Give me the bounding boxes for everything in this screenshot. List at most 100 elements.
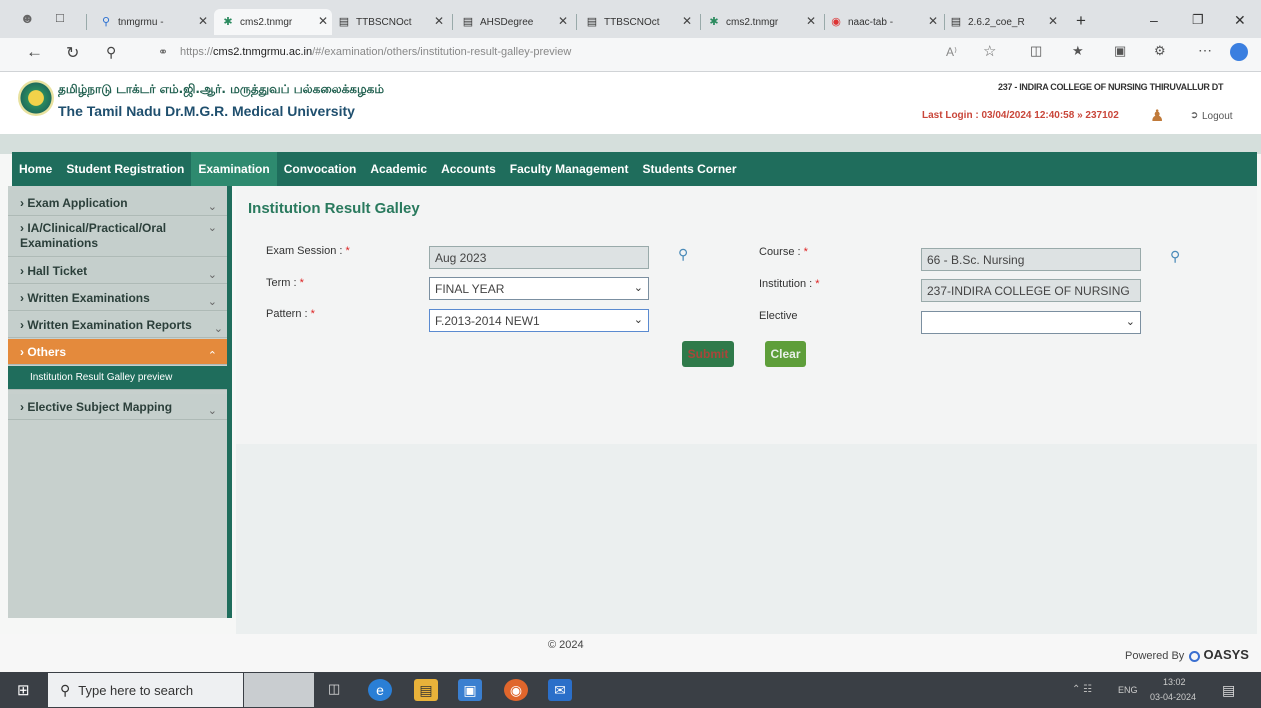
read-aloud-icon[interactable]: A⁾ [946,45,957,59]
sidebar: › Exam Application ⌄ › IA/Clinical/Practi… [8,186,232,618]
favorites-list-icon[interactable]: ★ [1072,43,1084,59]
reload-icon[interactable]: ↻ [66,43,79,63]
firefox-icon[interactable]: ◉ [504,679,528,701]
nav-examination[interactable]: Examination [191,152,277,186]
more-menu-icon[interactable]: ⋯ [1198,42,1212,59]
elective-label: Elective [759,310,798,322]
close-icon[interactable]: ✕ [928,14,938,28]
course-field[interactable]: 66 - B.Sc. Nursing [921,248,1141,271]
logout-icon[interactable]: ➲ [1190,110,1198,121]
file-explorer-icon[interactable]: ▤ [414,679,438,701]
search-highlight-image[interactable] [244,673,314,707]
sidebar-item-exam-application[interactable]: › Exam Application ⌄ [8,190,227,216]
sidebar-subitem-result-galley-preview[interactable]: Institution Result Galley preview [8,366,227,390]
back-arrow-icon[interactable]: ← [26,42,43,62]
split-screen-icon[interactable]: ◫ [1030,43,1042,59]
nav-accounts[interactable]: Accounts [434,152,503,186]
taskbar-search-box[interactable]: ⚲ Type here to search [48,673,243,707]
document-icon: ▤ [338,16,350,28]
restore-button[interactable]: ❐ [1192,12,1204,28]
browser-tab-active[interactable]: ✱ cms2.tnmgr ✕ [214,9,332,35]
course-label: Course : * [759,246,808,258]
chevron-down-icon: ⌄ [1125,316,1135,328]
field-value: 66 - B.Sc. Nursing [927,253,1025,267]
browser-tab[interactable]: ⚲ tnmgrmu - ✕ [100,9,212,35]
mail-icon[interactable]: ✉ [548,679,572,701]
browser-tab[interactable]: ◉ naac-tab - ✕ [830,9,942,35]
collections-icon[interactable]: ▣ [1114,43,1126,59]
browser-tab[interactable]: ▤ 2.6.2_coe_R ✕ [950,9,1062,35]
document-icon: ▤ [462,16,474,28]
clock-time[interactable]: 13:02 [1163,677,1186,687]
browser-tab-strip: ☻ □ ⚲ tnmgrmu - ✕ ✱ cms2.tnmgr ✕ ▤ TTBSC… [0,0,1261,38]
search-icon[interactable]: ⚲ [106,44,116,61]
sidebar-item-ia-clinical[interactable]: › IA/Clinical/Practical/Oral Examination… [8,217,227,257]
logout-link[interactable]: Logout [1202,111,1233,122]
window-close-button[interactable]: ✕ [1234,12,1246,29]
copilot-icon[interactable] [1230,43,1248,61]
browser-tab[interactable]: ▤ TTBSCNOct ✕ [338,9,448,35]
sidebar-item-others[interactable]: › Others ⌃ [8,339,227,365]
lock-icon[interactable]: ⚭ [158,45,168,59]
language-indicator[interactable]: ENG [1118,685,1138,695]
task-view-icon[interactable]: ◫ [328,681,340,697]
pattern-select[interactable]: F.2013-2014 NEW1 ⌄ [429,309,649,332]
close-icon[interactable]: ✕ [434,14,444,28]
submit-button[interactable]: Submit [682,341,734,367]
document-icon: ▤ [586,16,598,28]
university-favicon-icon: ✱ [223,16,233,28]
url-field[interactable]: https://cms2.tnmgrmu.ac.in/#/examination… [180,46,571,58]
university-title-tamil: தமிழ்நாடு டாக்டர் எம்.ஜி.ஆர். மருத்துவப்… [58,82,384,96]
elective-select[interactable]: ⌄ [921,311,1141,334]
edge-browser-icon[interactable]: e [368,679,392,701]
store-icon[interactable]: ▣ [458,679,482,701]
nav-convocation[interactable]: Convocation [277,152,364,186]
close-icon[interactable]: ✕ [682,14,692,28]
favorite-star-icon[interactable]: ☆ [983,42,996,60]
sidebar-item-written-examinations[interactable]: › Written Examinations ⌄ [8,285,227,311]
powered-by: Powered By OASYS [1125,647,1249,662]
exam-session-search-icon[interactable]: ⚲ [678,246,688,263]
required-mark: * [803,246,808,258]
close-icon[interactable]: ✕ [558,14,568,28]
term-select[interactable]: FINAL YEAR ⌄ [429,277,649,300]
close-icon[interactable]: ✕ [1048,14,1058,28]
notifications-icon[interactable]: ▤ [1222,682,1235,699]
nav-students-corner[interactable]: Students Corner [635,152,743,186]
nav-academic[interactable]: Academic [363,152,434,186]
tab-actions-icon[interactable]: □ [56,10,64,25]
close-icon[interactable]: ✕ [806,14,816,28]
institution-label-form: Institution : * [759,278,820,290]
required-mark: * [299,277,304,289]
close-icon[interactable]: ✕ [198,14,208,28]
browser-tab[interactable]: ▤ AHSDegree ✕ [462,9,572,35]
profile-icon[interactable]: ☻ [20,10,35,26]
user-avatar-icon[interactable]: ♟ [1150,106,1164,126]
close-icon[interactable]: ✕ [318,14,328,28]
minimize-button[interactable]: – [1150,12,1158,28]
nav-home[interactable]: Home [12,152,59,186]
nav-student-registration[interactable]: Student Registration [59,152,191,186]
clock-date[interactable]: 03-04-2024 [1150,692,1196,702]
chevron-down-icon: ⌄ [207,222,217,234]
sidebar-item-hall-ticket[interactable]: › Hall Ticket ⌄ [8,258,227,284]
exam-session-field[interactable]: Aug 2023 [429,246,649,269]
university-favicon-icon: ✱ [709,16,719,28]
extensions-icon[interactable]: ⚙ [1154,43,1166,59]
sidebar-item-written-exam-reports[interactable]: › Written Examination Reports ⌄ [8,312,227,338]
site-footer [0,634,1261,672]
system-tray-icons[interactable]: ⌃ ☷ [1072,684,1092,695]
windows-start-icon[interactable]: ⊞ [17,681,30,699]
institution-field[interactable]: 237-INDIRA COLLEGE OF NURSING [921,279,1141,302]
tab-label: tnmgrmu - [118,16,164,28]
label-text: Exam Session : [266,245,343,257]
browser-tab[interactable]: ✱ cms2.tnmgr ✕ [708,9,820,35]
new-tab-button[interactable]: + [1076,11,1086,31]
select-value: F.2013-2014 NEW1 [435,314,540,328]
browser-tab[interactable]: ▤ TTBSCNOct ✕ [586,9,696,35]
required-mark: * [345,245,350,257]
clear-button[interactable]: Clear [765,341,806,367]
nav-faculty-management[interactable]: Faculty Management [503,152,636,186]
sidebar-item-elective-subject-mapping[interactable]: › Elective Subject Mapping ⌄ [8,394,227,420]
course-search-icon[interactable]: ⚲ [1170,248,1180,265]
